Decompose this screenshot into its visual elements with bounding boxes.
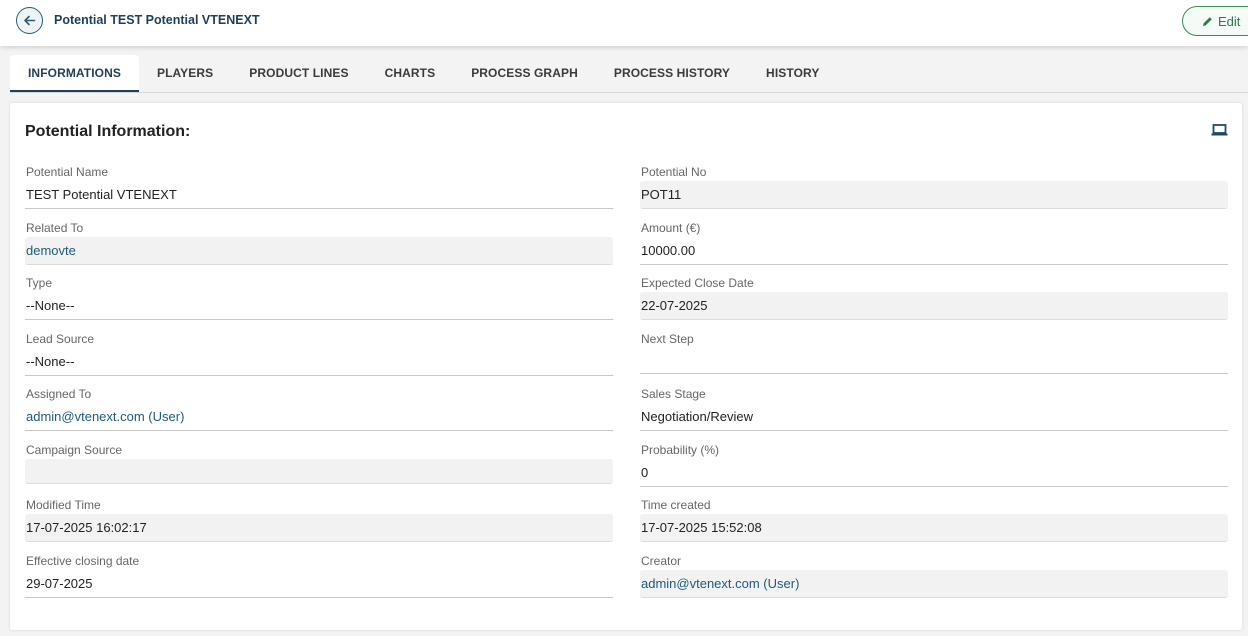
tab-informations[interactable]: INFORMATIONS bbox=[10, 55, 139, 92]
probability-input[interactable]: 0 bbox=[640, 459, 1228, 487]
field-label: Amount (€) bbox=[641, 221, 701, 235]
edit-button-label: Edit bbox=[1218, 13, 1241, 29]
tabs-divider bbox=[10, 92, 1248, 93]
sales-stage-select[interactable]: Negotiation/Review bbox=[640, 403, 1228, 431]
tab-bar: INFORMATIONS PLAYERS PRODUCT LINES CHART… bbox=[10, 55, 837, 92]
tab-players[interactable]: PLAYERS bbox=[139, 55, 231, 92]
next-step-input[interactable] bbox=[640, 348, 1228, 374]
pencil-icon bbox=[1203, 16, 1212, 26]
amount-input[interactable]: 10000.00 bbox=[640, 237, 1228, 265]
field-label: Type bbox=[26, 276, 53, 290]
edit-button[interactable]: Edit bbox=[1182, 6, 1248, 36]
assigned-to-link[interactable]: admin@vtenext.com (User) bbox=[25, 403, 613, 431]
layout-toggle-button[interactable] bbox=[1211, 123, 1228, 142]
time-created-value: 17-07-2025 15:52:08 bbox=[640, 514, 1228, 542]
lead-source-select[interactable]: --None-- bbox=[25, 348, 613, 376]
field-label: Sales Stage bbox=[641, 387, 706, 401]
back-button[interactable] bbox=[16, 7, 43, 34]
field-label: Related To bbox=[26, 221, 84, 235]
field-label: Time created bbox=[641, 498, 711, 512]
field-label: Next Step bbox=[641, 332, 694, 346]
modified-time-value: 17-07-2025 16:02:17 bbox=[25, 514, 613, 542]
tab-process-history[interactable]: PROCESS HISTORY bbox=[596, 55, 748, 92]
field-label: Potential Name bbox=[26, 165, 109, 179]
field-label: Assigned To bbox=[26, 387, 92, 401]
tab-history[interactable]: HISTORY bbox=[748, 55, 837, 92]
field-label: Probability (%) bbox=[641, 443, 720, 457]
potential-no-value: POT11 bbox=[640, 181, 1228, 209]
field-label: Potential No bbox=[641, 165, 707, 179]
field-label: Creator bbox=[641, 554, 682, 568]
laptop-icon bbox=[1211, 124, 1228, 136]
tab-process-graph[interactable]: PROCESS GRAPH bbox=[453, 55, 596, 92]
field-label: Expected Close Date bbox=[641, 276, 754, 290]
expected-close-date-value: 22-07-2025 bbox=[640, 292, 1228, 320]
arrow-left-icon bbox=[24, 15, 36, 26]
tab-charts[interactable]: CHARTS bbox=[367, 55, 454, 92]
campaign-source-value bbox=[25, 459, 613, 484]
potential-name-input[interactable]: TEST Potential VTENEXT bbox=[25, 181, 613, 209]
field-label: Campaign Source bbox=[26, 443, 123, 457]
tab-product-lines[interactable]: PRODUCT LINES bbox=[231, 55, 366, 92]
top-bar: Potential TEST Potential VTENEXT Edit bbox=[0, 0, 1248, 46]
field-label: Modified Time bbox=[26, 498, 101, 512]
page-title: Potential TEST Potential VTENEXT bbox=[54, 13, 260, 27]
section-title: Potential Information: bbox=[25, 123, 191, 140]
potential-info-card: Potential Information: Potential Name TE… bbox=[10, 103, 1242, 630]
effective-closing-date-input[interactable]: 29-07-2025 bbox=[25, 570, 613, 598]
field-label: Lead Source bbox=[26, 332, 95, 346]
type-select[interactable]: --None-- bbox=[25, 292, 613, 320]
related-to-link[interactable]: demovte bbox=[25, 237, 613, 265]
creator-link[interactable]: admin@vtenext.com (User) bbox=[640, 570, 1228, 598]
field-label: Effective closing date bbox=[26, 554, 140, 568]
